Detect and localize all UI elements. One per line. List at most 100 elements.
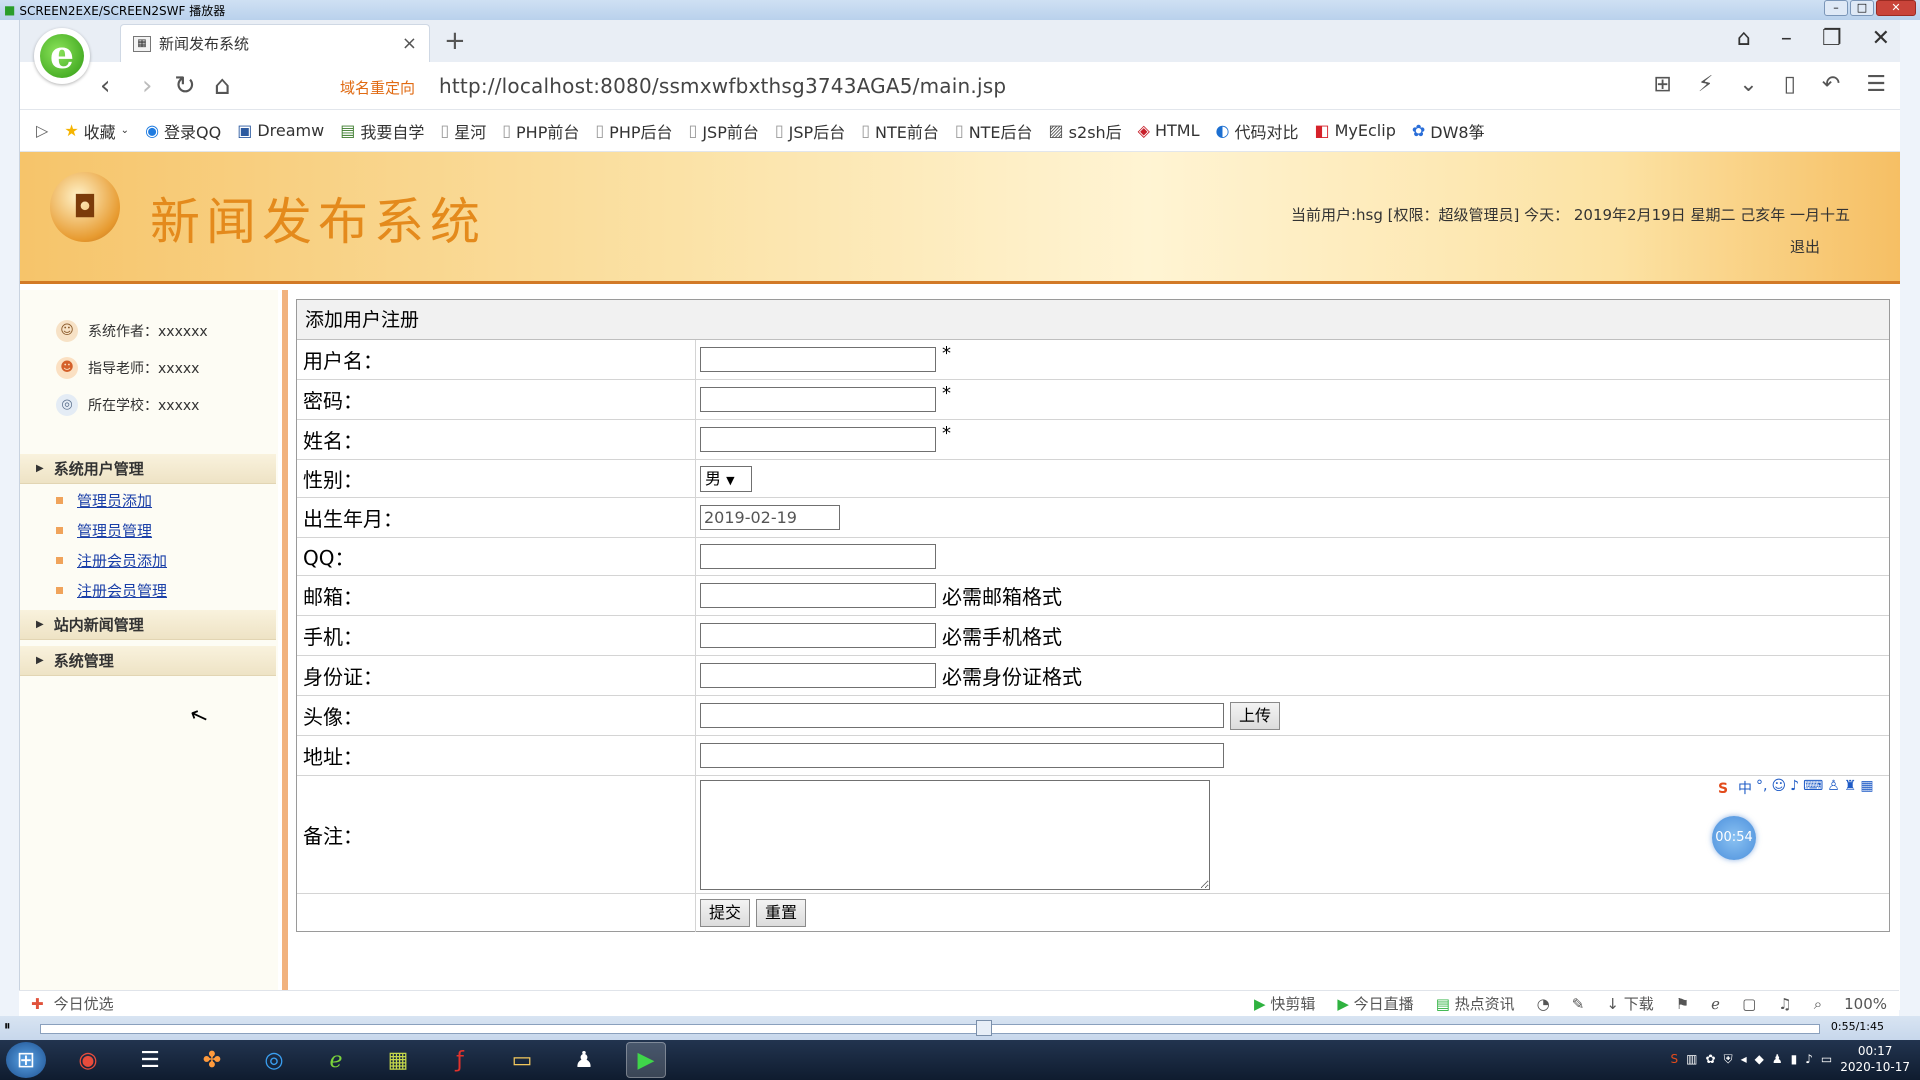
fav-item-0[interactable]: ★ 收藏 ⌄ [64,119,129,143]
daily-pick-link[interactable]: 今日优选 [54,993,114,1014]
sogou-icon[interactable]: S [1712,778,1734,800]
menu-link-member-add[interactable]: 注册会员添加 [56,550,167,571]
fav-item-10[interactable]: ▯ NTE后台 [955,119,1033,143]
menu-icon[interactable]: ☰ [1866,72,1886,97]
seek-knob[interactable] [976,1020,992,1036]
volume-icon[interactable]: ♫ [1778,995,1791,1013]
redirect-label[interactable]: 域名重定向 [340,77,415,98]
fav-item-2[interactable]: ▣ Dreamw [237,121,324,140]
minimize-icon[interactable]: – [1781,26,1792,51]
forward-icon[interactable]: › [142,72,152,100]
expand-favorites-icon[interactable]: ▷ [36,121,48,140]
menu-link-admin-manage[interactable]: 管理员管理 [56,520,152,541]
zoom-level[interactable]: 100% [1844,995,1887,1013]
chevron-down-icon[interactable]: ⌄ [1739,72,1757,97]
pin-icon[interactable]: ✎ [1572,995,1585,1013]
menu-link-member-manage[interactable]: 注册会员管理 [56,580,167,601]
bookmark-icon[interactable]: ▯ [1784,72,1796,97]
upload-button[interactable]: 上传 [1230,701,1281,730]
search-app-icon[interactable]: ◎ [254,1042,294,1078]
fav-item-3[interactable]: ▤ 我要自学 [340,119,424,143]
flash-icon[interactable]: ƒ [440,1042,480,1078]
restore-icon[interactable]: ❐ [1822,26,1842,51]
speed-icon[interactable]: ◔ [1537,995,1550,1013]
close-icon[interactable]: ✕ [1872,26,1890,51]
ie-icon[interactable]: ℯ [1711,995,1720,1013]
fav-item-11[interactable]: ▨ s2sh后 [1049,119,1122,143]
seek-track[interactable] [40,1024,1820,1034]
menu-news-management[interactable]: ▶ 站内新闻管理 [20,610,276,640]
monitor-icon[interactable]: ▭ [1821,1052,1832,1066]
arrow-icon[interactable]: ◂ [1741,1052,1747,1066]
remark-textarea[interactable] [700,779,1210,890]
fav-item-14[interactable]: ◧ MyEclip [1315,121,1396,140]
gift-tray-icon[interactable]: ✿ [1706,1052,1716,1066]
submit-button[interactable]: 提交 [700,899,751,927]
reset-button[interactable]: 重置 [756,899,807,927]
status-item-download[interactable]: ↓ 下载 [1606,993,1653,1014]
penguin-tray-icon[interactable]: ♟ [1772,1052,1783,1066]
name-input[interactable] [700,427,936,452]
keyboard-icon[interactable]: ⌨ [1803,778,1823,800]
status-item-news[interactable]: ▤ 热点资讯 [1436,993,1515,1014]
fav-item-15[interactable]: ✿ DW8筝 [1412,119,1485,143]
sogou-tray-icon[interactable]: S [1671,1052,1679,1066]
qr-code-icon[interactable]: ⊞ [1653,72,1671,97]
microphone-icon[interactable]: ♪ [1790,778,1799,800]
menu-user-management[interactable]: ▶ 系统用户管理 [20,454,276,484]
user-icon[interactable]: ♙ [1827,778,1840,800]
pause-icon[interactable]: ⏸ [4,1019,11,1034]
speaker-icon[interactable]: ♪ [1805,1052,1813,1066]
avatar-input[interactable] [700,703,1224,728]
home-icon[interactable]: ⌂ [214,72,231,100]
folder-icon[interactable]: ▭ [502,1042,542,1078]
emoji-icon[interactable]: ☺ [1771,778,1786,800]
tab-close-icon[interactable]: × [402,33,417,54]
idcard-input[interactable] [700,663,936,688]
minimize-icon[interactable]: – [1824,0,1848,16]
logout-link[interactable]: 退出 [1790,236,1820,257]
fav-item-12[interactable]: ◈ HTML [1138,121,1200,140]
antivirus-icon[interactable]: ◆ [1755,1052,1764,1066]
maximize-icon[interactable]: □ [1850,0,1874,16]
fav-item-13[interactable]: ◐ 代码对比 [1216,119,1299,143]
password-input[interactable] [700,387,936,412]
zoom-icon[interactable]: ⌕ [1814,995,1822,1013]
chart-app-icon[interactable]: ▦ [378,1042,418,1078]
address-bar[interactable]: http://localhost:8080/ssmxwfbxthsg3743AG… [439,74,1006,98]
shirt-icon[interactable]: ♜ [1844,778,1857,800]
qq-input[interactable] [700,544,936,569]
clock[interactable]: 00:17 2020-10-17 [1840,1043,1910,1075]
fav-item-4[interactable]: ▯ 星河 [440,119,486,143]
sidebar-splitter[interactable] [282,290,288,1010]
chrome-icon[interactable]: ◉ [68,1042,108,1078]
phone-input[interactable] [700,623,936,648]
window-icon[interactable]: ▢ [1742,995,1756,1013]
address-input[interactable] [700,743,1224,768]
recorder-app-icon[interactable]: ▶ [626,1042,666,1078]
status-item-live[interactable]: ▶ 今日直播 [1337,993,1413,1014]
fav-item-1[interactable]: ◉ 登录QQ [145,119,221,143]
back-icon[interactable]: ‹ [100,72,110,100]
fav-item-6[interactable]: ▯ PHP后台 [595,119,672,143]
birth-date-input[interactable]: 2019-02-19 [700,505,840,530]
qq-penguin-icon[interactable]: ♟ [564,1042,604,1078]
username-input[interactable] [700,347,936,372]
gender-select[interactable]: 男 ▼ [700,465,752,492]
battery-icon[interactable]: ▮ [1791,1052,1798,1066]
pinwheel-icon[interactable]: ✤ [192,1042,232,1078]
refresh-icon[interactable]: ↻ [174,72,196,100]
network-icon[interactable]: ▥ [1686,1052,1697,1066]
fav-item-8[interactable]: ▯ JSP后台 [775,119,845,143]
player-app-icon[interactable]: ☰ [130,1042,170,1078]
undo-icon[interactable]: ↶ [1822,72,1840,97]
close-icon[interactable]: ✕ [1876,0,1916,16]
new-tab-icon[interactable]: + [444,26,466,56]
punctuation-icon[interactable]: °, [1756,778,1767,800]
menu-system-management[interactable]: ▶ 系统管理 [20,646,276,676]
fav-item-9[interactable]: ▯ NTE前台 [861,119,939,143]
status-item-clip[interactable]: ▶ 快剪辑 [1254,993,1315,1014]
skin-icon[interactable]: ⌂ [1737,26,1751,51]
shield-icon[interactable]: ⛨ [1724,1052,1733,1067]
lightning-icon[interactable]: ⚡ [1698,72,1713,97]
